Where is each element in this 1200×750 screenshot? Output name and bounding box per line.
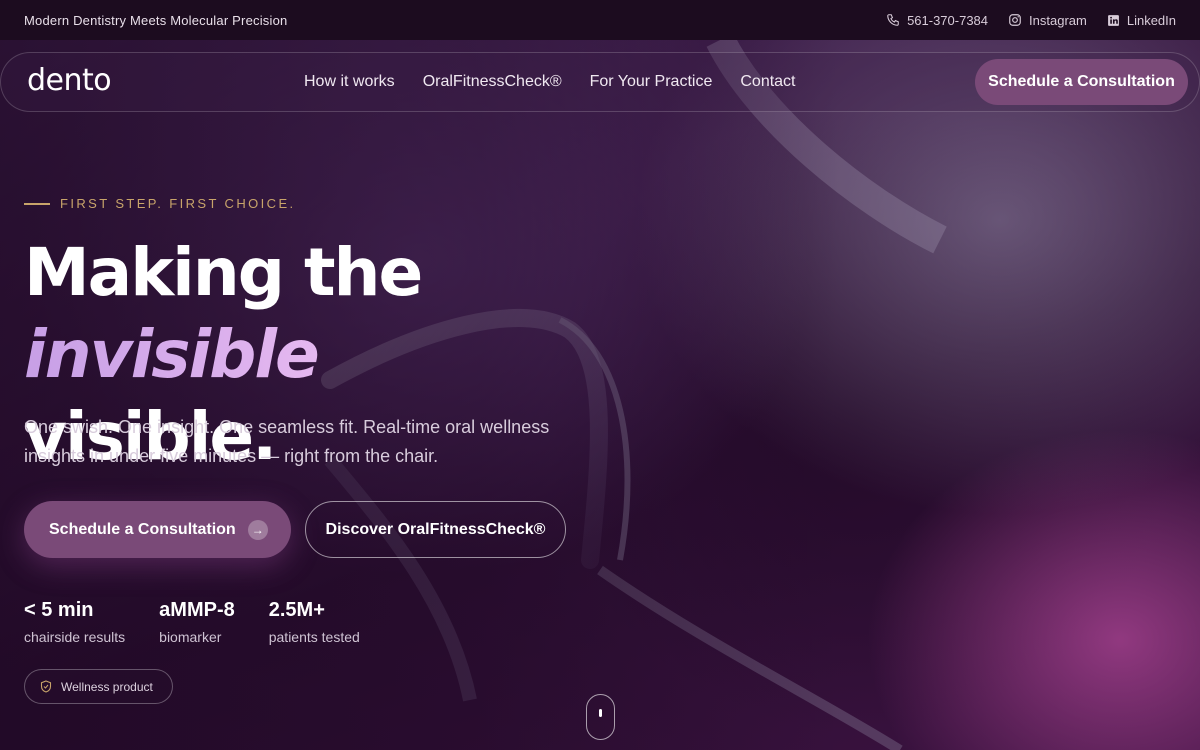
schedule-consultation-button[interactable]: Schedule a Consultation → (24, 501, 291, 558)
phone-number: 561-370-7384 (907, 12, 989, 28)
nav-item-oralfitnesscheck[interactable]: OralFitnessCheck® (423, 73, 562, 91)
arrow-right-icon: → (247, 519, 268, 540)
instagram-icon (1009, 14, 1021, 26)
nav-item-contact[interactable]: Contact (740, 73, 795, 91)
linkedin-link[interactable]: LinkedIn (1107, 13, 1176, 28)
stat-item: 2.5M+ patients tested (269, 597, 360, 645)
instagram-label: Instagram (1029, 12, 1087, 28)
stat-value: < 5 min (24, 599, 94, 621)
hero-subtitle: One swish. One insight. One seamless fit… (24, 417, 550, 466)
nav-item-how-it-works[interactable]: How it works (304, 73, 395, 91)
main-navigation: dento How it works OralFitnessCheck® For… (0, 52, 1200, 112)
stat-value: 2.5M+ (268, 599, 325, 621)
top-bar-links: 561-370-7384 Instagram LinkedIn (886, 13, 1176, 28)
linkedin-label: LinkedIn (1126, 12, 1176, 28)
shield-icon (40, 680, 52, 693)
hero-eyebrow: FIRST STEP. FIRST CHOICE. (24, 196, 296, 211)
nav-menu: How it works OralFitnessCheck® For Your … (304, 73, 796, 91)
nav-item-for-your-practice[interactable]: For Your Practice (590, 73, 713, 91)
scroll-indicator-dot (599, 709, 602, 717)
stat-value: aMMP-8 (159, 599, 235, 621)
headline-part1: Making the (24, 234, 423, 311)
stat-label: chairside results (24, 629, 126, 645)
eyebrow-line (24, 202, 50, 205)
eyebrow-text: FIRST STEP. FIRST CHOICE. (60, 196, 296, 211)
hero-stats: < 5 min chairside results aMMP-8 biomark… (24, 597, 394, 645)
top-bar-tagline: Modern Dentistry Meets Molecular Precisi… (24, 12, 288, 28)
stat-item: aMMP-8 biomarker (159, 597, 235, 645)
schedule-consultation-label: Schedule a Consultation (49, 520, 236, 538)
stat-item: < 5 min chairside results (24, 597, 125, 645)
scroll-mouse-icon[interactable] (586, 694, 615, 740)
stat-label: biomarker (159, 629, 222, 645)
wellness-badge-label: Wellness product (61, 679, 153, 694)
top-bar: Modern Dentistry Meets Molecular Precisi… (0, 0, 1200, 40)
instagram-link[interactable]: Instagram (1008, 13, 1087, 28)
linkedin-icon (1107, 14, 1119, 26)
headline-accent: invisible (24, 316, 320, 393)
logo[interactable]: dento (27, 63, 112, 98)
phone-icon (887, 14, 899, 26)
phone-link[interactable]: 561-370-7384 (886, 13, 988, 28)
stat-label: patients tested (268, 629, 360, 645)
discover-oralfitnesscheck-button[interactable]: Discover OralFitnessCheck® (305, 501, 566, 558)
wellness-badge: Wellness product (24, 669, 173, 704)
nav-schedule-button[interactable]: Schedule a Consultation (975, 59, 1188, 105)
